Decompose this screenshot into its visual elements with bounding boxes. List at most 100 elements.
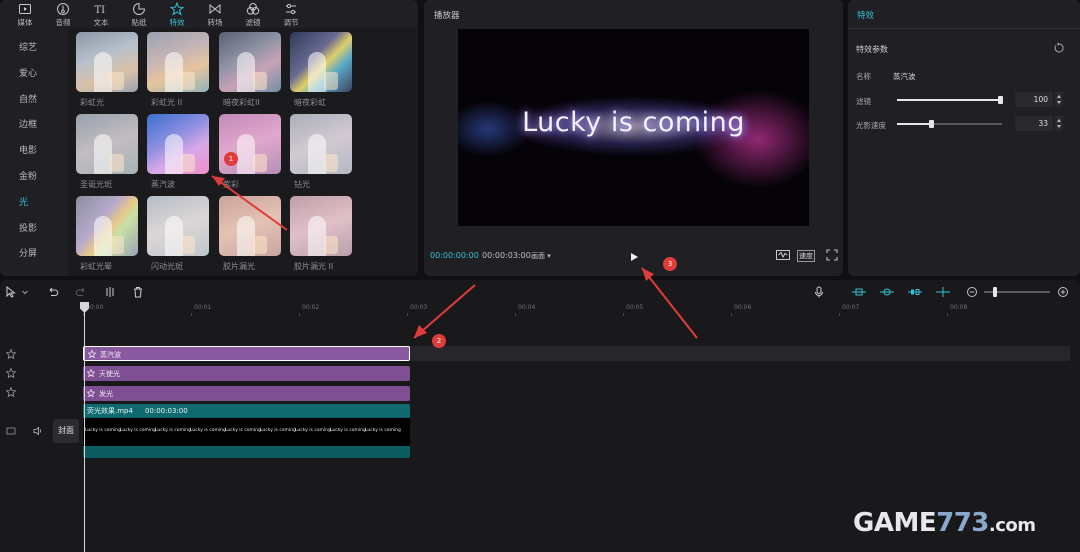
light-speed-slider-knob[interactable] (929, 120, 934, 128)
magnet-snap-icon[interactable] (851, 286, 867, 298)
frame-text: Lucky is coming (295, 428, 331, 433)
waveform-icon[interactable] (776, 249, 790, 261)
annotation-badge-3: 3 (663, 257, 677, 271)
reset-icon[interactable] (1053, 42, 1065, 54)
effect-thumb-dark-rainbow-2[interactable]: 暗夜彩虹II (219, 32, 281, 108)
category-movie[interactable]: 电影 (0, 139, 60, 165)
filter-value-input[interactable]: 100 (1015, 92, 1053, 107)
frame-text: Lucky is coming (190, 428, 226, 433)
effect-star-icon (87, 369, 95, 377)
time-ruler[interactable]: 00:00 00:01 00:02 00:03 00:04 00:05 00:0… (83, 304, 1080, 316)
filter-slider-knob[interactable] (998, 96, 1003, 104)
toolbar-transition-button[interactable]: 转场 (196, 0, 234, 30)
effect-category-list: 综艺 爱心 自然 边框 电影 金粉 光 投影 分屏 (0, 36, 60, 268)
zoom-in-icon[interactable] (1057, 286, 1069, 298)
toolbar-effects-button[interactable]: 特效 (158, 0, 196, 30)
toolbar-transition-label: 转场 (207, 18, 223, 27)
light-speed-stepper[interactable] (1055, 116, 1063, 131)
zoom-out-icon[interactable] (966, 286, 978, 298)
effect-thumb-dark-rainbow[interactable]: 暗夜彩虹 (290, 32, 352, 108)
annotation-badge-2: 2 (432, 334, 446, 348)
speaker-icon[interactable] (33, 426, 43, 436)
effect-clip-angel-light[interactable]: 天使光 (83, 366, 410, 381)
effects-icon (170, 2, 184, 16)
category-gold-powder[interactable]: 金粉 (0, 165, 60, 191)
toolbar-sticker-button[interactable]: 贴纸 (120, 0, 158, 30)
toolbar-audio-button[interactable]: 音频 (44, 0, 82, 30)
preview-axis-icon[interactable] (907, 286, 923, 298)
speed-button[interactable]: 速度 (797, 250, 815, 262)
effect-thumb-vaporwave[interactable]: 蒸汽波 (147, 114, 209, 190)
category-light[interactable]: 光 (0, 191, 60, 217)
toolbar-effects-label: 特效 (169, 18, 185, 27)
clip-label: 蒸汽波 (100, 351, 121, 359)
effect-name: 胶片漏光 II (294, 262, 334, 271)
fullscreen-icon[interactable] (826, 249, 838, 261)
effect-name: 蒸汽波 (151, 180, 175, 189)
effect-clip-glow[interactable]: 发光 (83, 386, 410, 401)
effect-clip-vaporwave[interactable]: 蒸汽波 (83, 346, 410, 361)
video-clip-header: 荧光效果.mp4 00:00:03:00 (83, 404, 410, 417)
category-love[interactable]: 爱心 (0, 62, 60, 88)
main-toolbar: 媒体 音频 TI 文本 贴纸 特效 转场 滤镜 调节 (0, 0, 418, 30)
main-track-icon[interactable] (935, 286, 951, 298)
effect-name: 彩虹光 (80, 98, 104, 107)
audio-icon (57, 3, 69, 15)
undo-icon[interactable] (47, 286, 59, 298)
play-icon[interactable] (627, 250, 641, 264)
toolbar-adjust-button[interactable]: 调节 (272, 0, 310, 30)
delete-icon[interactable] (132, 286, 144, 298)
video-clip[interactable]: 荧光效果.mp4 00:00:03:00 Lucky is coming Luck… (83, 404, 410, 458)
toolbar-text-button[interactable]: TI 文本 (82, 0, 120, 30)
effect-thumb-rainbow-light-2[interactable]: 彩虹光 II (147, 32, 209, 108)
effect-thumb-diamond-light[interactable]: 钻光 (290, 114, 352, 190)
effect-thumb-christmas-bokeh[interactable]: 圣诞光斑 (76, 114, 138, 190)
category-border[interactable]: 边框 (0, 113, 60, 139)
effect-thumb-rainbow-light[interactable]: 彩虹光 (76, 32, 138, 108)
cover-button[interactable]: 封面 (53, 419, 79, 443)
redo-icon[interactable] (75, 286, 87, 298)
tab-effects[interactable]: 特效 (857, 9, 874, 21)
ruler-tick (191, 313, 192, 316)
effect-thumb-flash-bokeh[interactable]: 闪动光斑 (147, 196, 209, 272)
chevron-down-icon: ▾ (547, 252, 551, 260)
effect-name: 胶片漏光 (223, 262, 255, 271)
video-track-icon (6, 427, 16, 435)
toolbar-sticker-label: 贴纸 (131, 18, 147, 27)
frame-text: Lucky is coming (260, 428, 296, 433)
toolbar-media-button[interactable]: 媒体 (6, 0, 44, 30)
toolbar-filter-button[interactable]: 滤镜 (234, 0, 272, 30)
filter-slider[interactable] (897, 96, 1003, 104)
playhead-line[interactable] (84, 302, 85, 552)
ruler-mark: 00:01 (194, 304, 212, 311)
filter-stepper[interactable] (1055, 92, 1063, 107)
ratio-dropdown[interactable]: 画面 ▾ (531, 251, 551, 261)
zoom-slider-knob[interactable] (993, 287, 997, 297)
frame-text: Lucky is coming (225, 428, 261, 433)
select-cursor-icon[interactable] (5, 286, 17, 298)
light-speed-slider[interactable] (897, 120, 1002, 128)
current-timecode: 00:00:00:00 (430, 251, 479, 260)
linkage-icon[interactable] (879, 286, 895, 298)
effect-thumb-film-leak-2[interactable]: 胶片漏光 II (290, 196, 352, 272)
ruler-mark: 00:08 (950, 304, 968, 311)
light-speed-value-input[interactable]: 33 (1015, 116, 1053, 131)
ruler-tick (407, 313, 408, 316)
effect-thumb-rainbow-halo[interactable]: 彩虹光晕 (76, 196, 138, 272)
chevron-down-icon[interactable] (21, 286, 29, 298)
sticker-icon (133, 2, 146, 15)
effect-thumb-film-leak[interactable]: 胶片漏光 (219, 196, 281, 272)
filter-slider-fill (897, 99, 1002, 101)
player-panel: 播放器 Lucky is coming 00:00:00:00 00:00:03… (424, 0, 843, 276)
frame-text: Lucky is coming (330, 428, 366, 433)
category-variety[interactable]: 综艺 (0, 36, 60, 62)
video-preview[interactable]: Lucky is coming (458, 29, 809, 226)
materials-panel: 媒体 音频 TI 文本 贴纸 特效 转场 滤镜 调节 综艺 爱心 自然 边框 电… (0, 0, 418, 276)
category-split-screen[interactable]: 分屏 (0, 242, 60, 268)
category-nature[interactable]: 自然 (0, 88, 60, 114)
light-speed-label: 光影速度 (856, 121, 886, 130)
effect-preview (147, 32, 209, 92)
category-projection[interactable]: 投影 (0, 217, 60, 243)
microphone-icon[interactable] (813, 286, 825, 298)
split-icon[interactable] (104, 286, 116, 298)
